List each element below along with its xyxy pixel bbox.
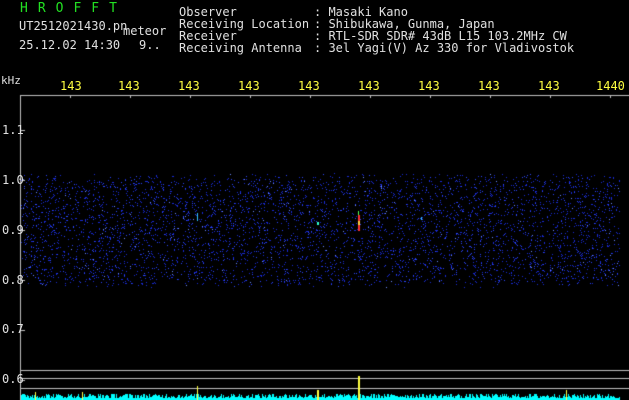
y-tick-label: 0.6 [2,372,24,386]
x-tick-label: 143 [478,79,500,93]
x-tick-label: 1440 [596,79,625,93]
x-tick-label: 143 [538,79,560,93]
file-name-suffix: meteor [123,24,167,38]
x-tick-label: 143 [418,79,440,93]
y-tick-label: 1.0 [2,173,24,187]
x-tick-label: 143 [298,79,320,93]
y-tick-label: 0.7 [2,322,24,336]
y-tick-label: 1.1 [2,123,24,137]
x-tick-label: 143 [60,79,82,93]
x-tick-label: 143 [238,79,260,93]
x-tick-label: 143 [118,79,140,93]
spectrogram-canvas [0,0,629,400]
x-tick-label: 143 [358,79,380,93]
timestamp: 25.12.02 14:30 [19,38,121,52]
y-tick-label: 0.8 [2,273,24,287]
file-name: UT2512021430.pn [19,19,128,33]
x-tick-label: 143 [178,79,200,93]
y-tick-label: 0.9 [2,223,24,237]
antenna-value: : 3el Yagi(V) Az 330 for Vladivostok [314,41,575,55]
timestamp-extra: 9.. [139,38,161,52]
app-brand: HROFFT [20,1,127,16]
y-axis-unit: kHz [1,74,21,87]
antenna-label: Receiving Antenna [179,41,302,55]
